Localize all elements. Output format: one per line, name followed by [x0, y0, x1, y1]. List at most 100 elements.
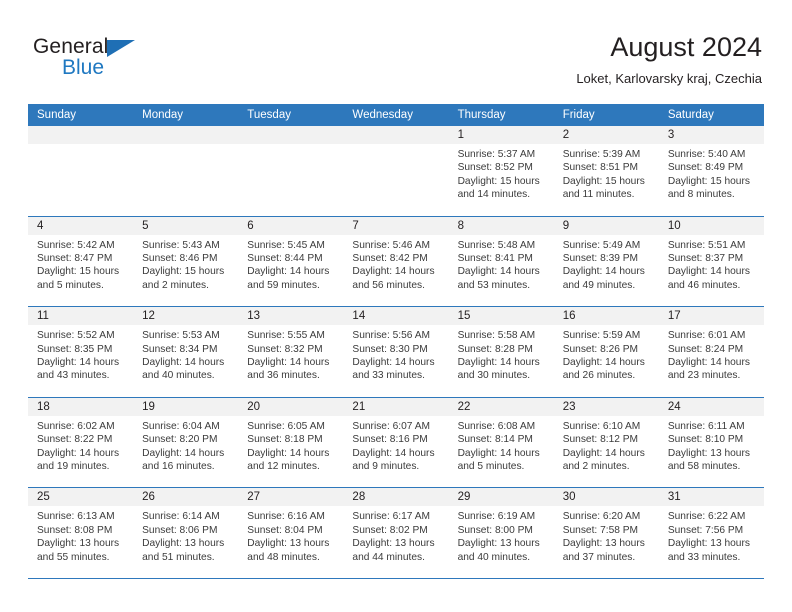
day-details: Sunrise: 5:56 AM Sunset: 8:30 PM Daylight:…: [343, 325, 448, 383]
sunrise-text: Sunrise: 5:58 AM: [457, 330, 536, 342]
daylight-text: Daylight: 14 hours and 5 minutes.: [457, 447, 540, 472]
day-number: [28, 126, 134, 144]
calendar-day-cell[interactable]: 1 Sunrise: 5:37 AM Sunset: 8:52 PM Daylight…: [448, 126, 554, 216]
calendar-day-cell[interactable]: 7 Sunrise: 5:46 AM Sunset: 8:42 PM Daylight…: [343, 216, 449, 307]
daylight-text: Daylight: 14 hours and 40 minutes.: [142, 357, 225, 382]
calendar-day-cell[interactable]: 17 Sunrise: 6:01 AM Sunset: 8:24 PM Dayligh…: [658, 307, 764, 397]
sunset-text: Sunset: 8:47 PM: [37, 253, 113, 264]
day-details: Sunrise: 5:49 AM Sunset: 8:39 PM Daylight:…: [554, 235, 659, 293]
daylight-text: Daylight: 13 hours and 51 minutes.: [142, 538, 225, 563]
calendar-day-cell[interactable]: 3 Sunrise: 5:40 AM Sunset: 8:49 PM Daylight…: [658, 126, 764, 216]
calendar-day-cell-empty: [28, 126, 134, 216]
calendar-day-cell[interactable]: 14 Sunrise: 5:56 AM Sunset: 8:30 PM Dayligh…: [343, 307, 449, 397]
daylight-text: Daylight: 14 hours and 19 minutes.: [37, 447, 120, 472]
calendar-day-cell[interactable]: 4 Sunrise: 5:42 AM Sunset: 8:47 PM Daylight…: [28, 216, 134, 307]
day-details: Sunrise: 5:59 AM Sunset: 8:26 PM Daylight:…: [554, 325, 659, 383]
calendar-day-cell-empty: [133, 126, 239, 216]
daylight-text: Daylight: 14 hours and 43 minutes.: [37, 357, 120, 382]
sunset-text: Sunset: 8:18 PM: [247, 434, 323, 446]
calendar-day-cell[interactable]: 26 Sunrise: 6:14 AM Sunset: 8:06 PM Dayligh…: [133, 488, 239, 578]
day-number: 10: [658, 216, 764, 235]
calendar-day-cell[interactable]: 16 Sunrise: 5:59 AM Sunset: 8:26 PM Dayligh…: [553, 307, 659, 397]
calendar-day-cell[interactable]: 6 Sunrise: 5:45 AM Sunset: 8:44 PM Daylight…: [238, 216, 344, 307]
sunrise-text: Sunrise: 5:45 AM: [247, 239, 325, 251]
calendar-day-cell[interactable]: 22 Sunrise: 6:08 AM Sunset: 8:14 PM Dayligh…: [448, 397, 554, 488]
daylight-text: Daylight: 14 hours and 23 minutes.: [667, 357, 750, 382]
calendar-day-cell[interactable]: 15 Sunrise: 5:58 AM Sunset: 8:28 PM Dayligh…: [448, 307, 554, 397]
day-of-week-sunday: Sunday: [37, 109, 77, 121]
calendar-day-cell[interactable]: 27 Sunrise: 6:16 AM Sunset: 8:04 PM Dayligh…: [238, 488, 344, 578]
sunrise-text: Sunrise: 5:42 AM: [37, 239, 115, 251]
calendar-day-cell[interactable]: 23 Sunrise: 6:10 AM Sunset: 8:12 PM Dayligh…: [553, 397, 659, 488]
day-of-week-monday: Monday: [142, 109, 184, 121]
sunrise-text: Sunrise: 5:51 AM: [667, 239, 746, 251]
day-number: 17: [658, 307, 764, 326]
brand-logo[interactable]: General Blue: [33, 36, 153, 80]
calendar-day-cell[interactable]: 18 Sunrise: 6:02 AM Sunset: 8:22 PM Dayligh…: [28, 397, 134, 488]
calendar-day-cell[interactable]: 8 Sunrise: 5:48 AM Sunset: 8:41 PM Daylight…: [448, 216, 554, 307]
sunrise-text: Sunrise: 5:59 AM: [562, 330, 641, 342]
day-details: Sunrise: 5:37 AM Sunset: 8:52 PM Daylight:…: [449, 144, 554, 202]
calendar-day-cell[interactable]: 10 Sunrise: 5:51 AM Sunset: 8:37 PM Dayligh…: [658, 216, 764, 307]
calendar-day-cell[interactable]: 2 Sunrise: 5:39 AM Sunset: 8:51 PM Daylight…: [553, 126, 659, 216]
brand-name-general: General: [33, 35, 109, 58]
day-number: 30: [553, 488, 659, 507]
sunrise-text: Sunrise: 5:53 AM: [142, 330, 220, 342]
calendar-day-cell[interactable]: 19 Sunrise: 6:04 AM Sunset: 8:20 PM Dayligh…: [133, 397, 239, 488]
daylight-text: Daylight: 13 hours and 55 minutes.: [37, 538, 120, 563]
title-block: August 2024 Loket, Karlovarsky kraj, Cze…: [576, 30, 762, 87]
daylight-text: Daylight: 14 hours and 56 minutes.: [352, 266, 435, 291]
sunset-text: Sunset: 8:24 PM: [667, 343, 744, 355]
day-number: 26: [133, 488, 239, 507]
day-number: 31: [658, 488, 764, 507]
calendar-day-cell[interactable]: 12 Sunrise: 5:53 AM Sunset: 8:34 PM Dayligh…: [133, 307, 239, 397]
daylight-text: Daylight: 15 hours and 8 minutes.: [667, 175, 750, 201]
day-details: Sunrise: 6:16 AM Sunset: 8:04 PM Daylight:…: [238, 506, 343, 564]
daylight-text: Daylight: 14 hours and 46 minutes.: [667, 266, 750, 291]
calendar-day-cell[interactable]: 13 Sunrise: 5:55 AM Sunset: 8:32 PM Dayligh…: [238, 307, 344, 397]
day-number: 19: [133, 397, 239, 416]
calendar-grid: Sunday Monday Tuesday Wednesday Thursday…: [28, 104, 764, 579]
day-details: Sunrise: 5:39 AM Sunset: 8:51 PM Daylight:…: [554, 144, 659, 202]
sunset-text: Sunset: 8:08 PM: [37, 524, 113, 536]
day-details: Sunrise: 5:43 AM Sunset: 8:46 PM Daylight:…: [133, 235, 238, 293]
calendar-day-cell[interactable]: 20 Sunrise: 6:05 AM Sunset: 8:18 PM Dayligh…: [238, 397, 344, 488]
sunrise-text: Sunrise: 5:49 AM: [562, 239, 641, 251]
calendar-day-cell[interactable]: 24 Sunrise: 6:11 AM Sunset: 8:10 PM Dayligh…: [658, 397, 764, 488]
sunrise-text: Sunrise: 5:37 AM: [457, 149, 536, 160]
calendar-day-cell[interactable]: 31 Sunrise: 6:22 AM Sunset: 7:56 PM Dayligh…: [658, 488, 764, 578]
location-subtitle: Loket, Karlovarsky kraj, Czechia: [576, 71, 762, 86]
sunrise-text: Sunrise: 5:46 AM: [352, 239, 431, 251]
sunset-text: Sunset: 8:22 PM: [37, 434, 113, 446]
daylight-text: Daylight: 15 hours and 11 minutes.: [562, 175, 645, 201]
day-of-week-tuesday: Tuesday: [247, 109, 291, 121]
calendar-day-cell-empty: [343, 126, 449, 216]
sunrise-text: Sunrise: 6:11 AM: [667, 420, 745, 432]
day-number: 7: [343, 216, 449, 235]
calendar-day-cell[interactable]: 9 Sunrise: 5:49 AM Sunset: 8:39 PM Daylight…: [553, 216, 659, 307]
calendar-day-cell[interactable]: 11 Sunrise: 5:52 AM Sunset: 8:35 PM Dayligh…: [28, 307, 134, 397]
sunrise-text: Sunrise: 6:04 AM: [142, 420, 220, 432]
day-number: 16: [553, 307, 659, 326]
day-details: Sunrise: 6:17 AM Sunset: 8:02 PM Daylight:…: [343, 506, 448, 564]
calendar-day-cell[interactable]: 29 Sunrise: 6:19 AM Sunset: 8:00 PM Dayligh…: [448, 488, 554, 578]
day-of-week-saturday: Saturday: [667, 109, 714, 121]
sunrise-text: Sunrise: 6:14 AM: [142, 511, 220, 523]
day-details: Sunrise: 6:11 AM Sunset: 8:10 PM Daylight:…: [659, 416, 764, 474]
day-details: Sunrise: 6:02 AM Sunset: 8:22 PM Daylight:…: [28, 416, 133, 474]
calendar-day-cell[interactable]: 28 Sunrise: 6:17 AM Sunset: 8:02 PM Dayligh…: [343, 488, 449, 578]
calendar-day-cell[interactable]: 21 Sunrise: 6:07 AM Sunset: 8:16 PM Dayligh…: [343, 397, 449, 488]
day-number: 6: [238, 216, 344, 235]
page-header: General Blue August 2024 Loket, Karlovar…: [0, 0, 792, 100]
daylight-text: Daylight: 15 hours and 5 minutes.: [37, 266, 120, 291]
calendar-day-cell[interactable]: 5 Sunrise: 5:43 AM Sunset: 8:46 PM Daylight…: [133, 216, 239, 307]
daylight-text: Daylight: 14 hours and 36 minutes.: [247, 357, 330, 382]
sunset-text: Sunset: 8:52 PM: [457, 162, 533, 174]
sunrise-text: Sunrise: 5:40 AM: [667, 149, 746, 160]
sunset-text: Sunset: 8:49 PM: [667, 162, 744, 174]
daylight-text: Daylight: 13 hours and 44 minutes.: [352, 538, 435, 563]
sunrise-text: Sunrise: 5:48 AM: [457, 239, 536, 251]
calendar-day-cell[interactable]: 25 Sunrise: 6:13 AM Sunset: 8:08 PM Dayligh…: [28, 488, 134, 578]
calendar-day-cell[interactable]: 30 Sunrise: 6:20 AM Sunset: 7:58 PM Dayligh…: [553, 488, 659, 578]
day-details: Sunrise: 6:08 AM Sunset: 8:14 PM Daylight:…: [449, 416, 554, 474]
